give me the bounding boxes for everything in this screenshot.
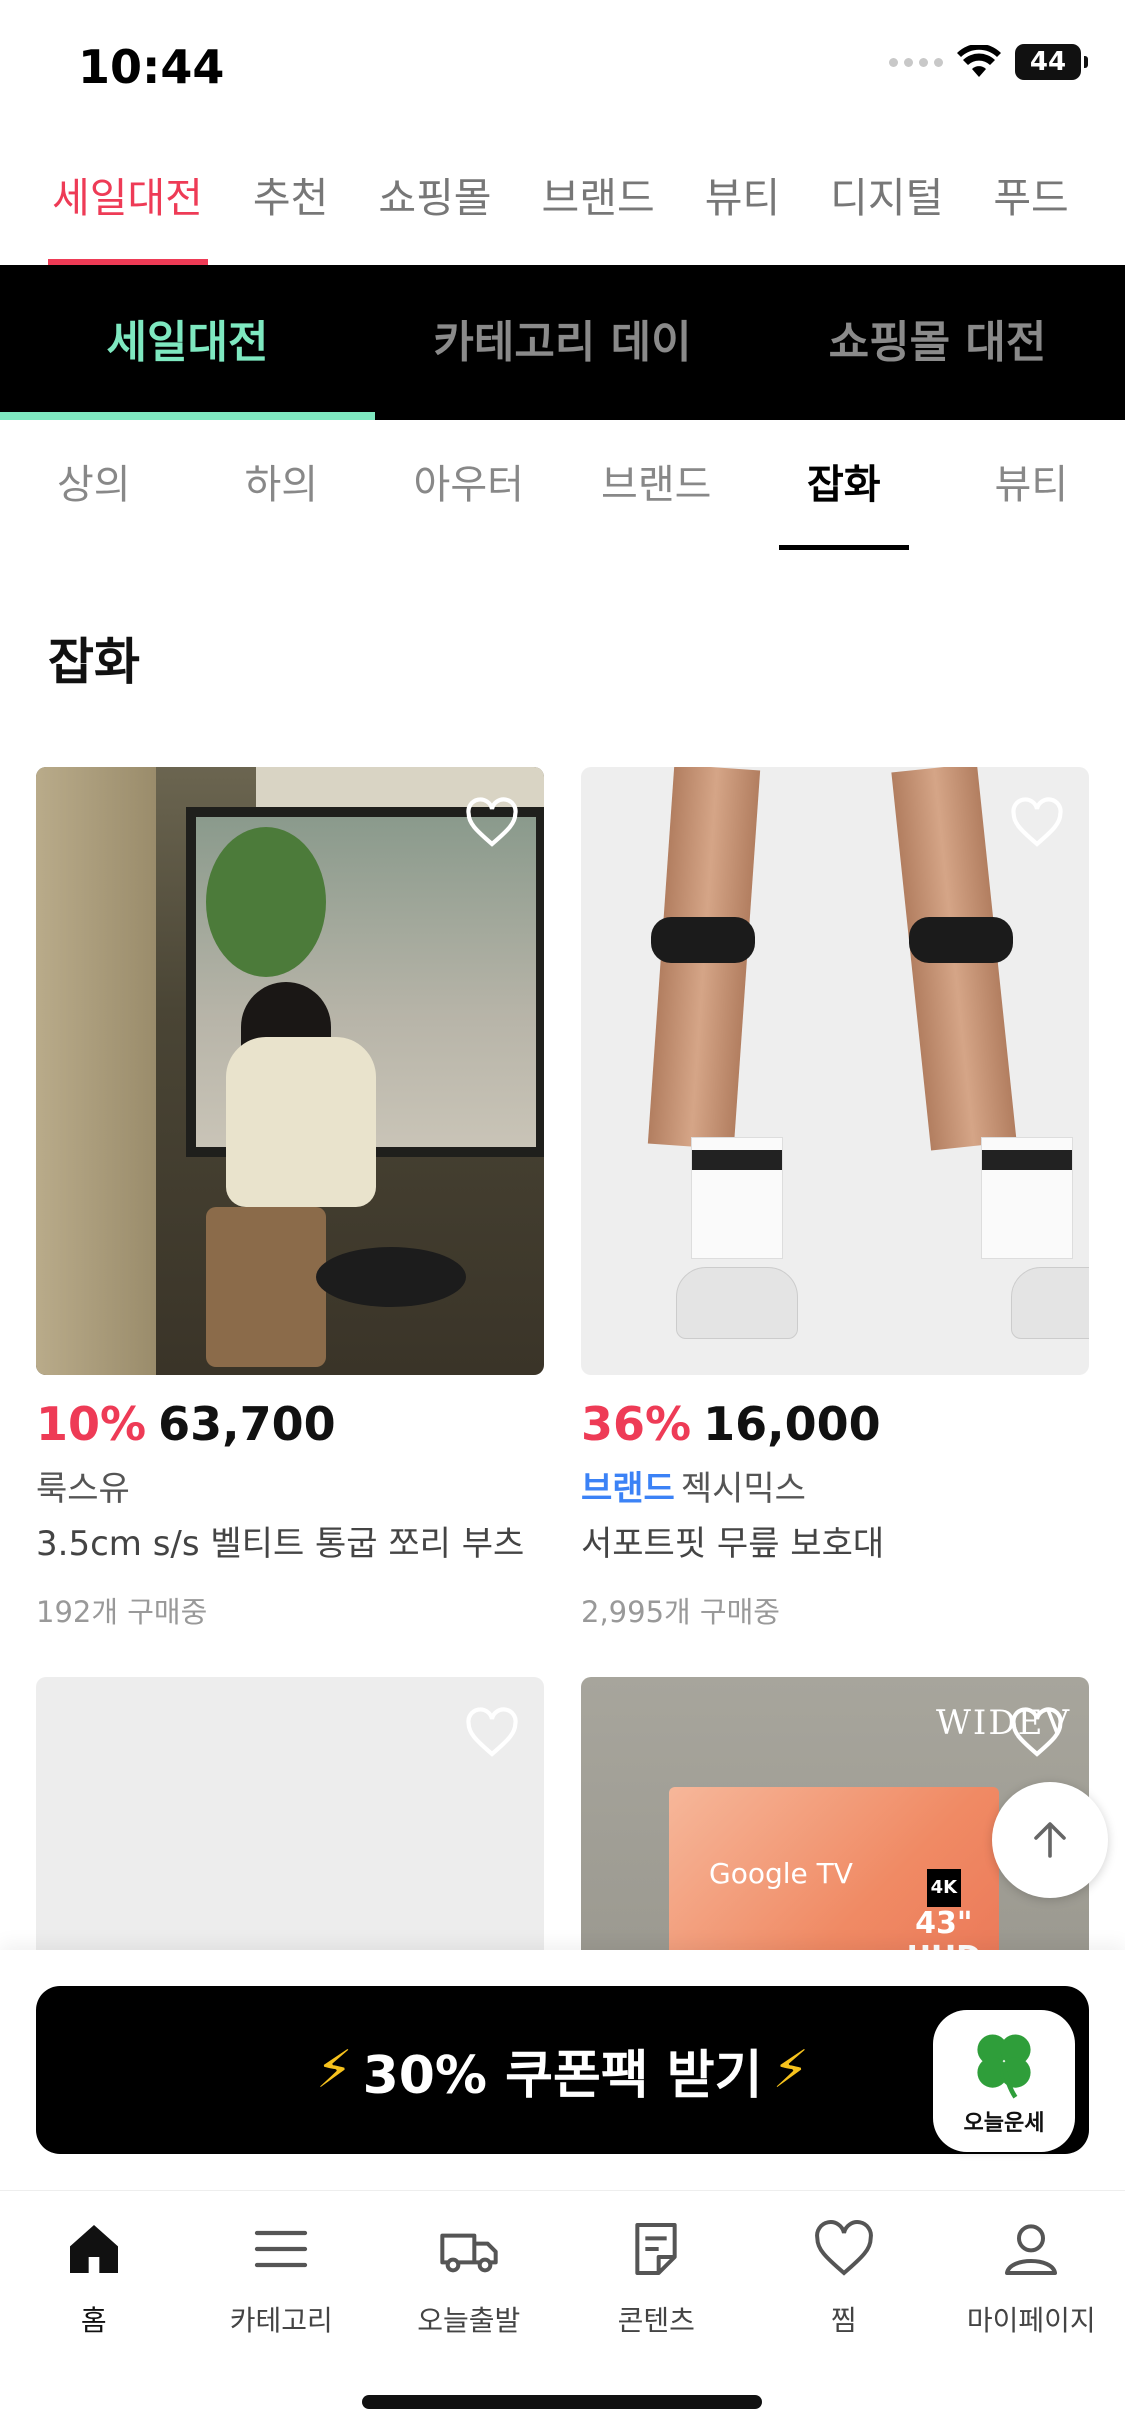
cat-tab-brand[interactable]: 브랜드 (563, 420, 751, 550)
brand-name: 젝시믹스 (680, 1469, 806, 1509)
cat-tab-top[interactable]: 상의 (0, 420, 188, 550)
home-indicator (362, 2395, 762, 2409)
nav-today-delivery[interactable]: 오늘출발 (375, 2191, 563, 2371)
cat-tab-bottom[interactable]: 하의 (188, 420, 376, 550)
heart-icon (814, 2220, 873, 2276)
price-row: 36% 16,000 (581, 1397, 1089, 1451)
nav-label: 오늘출발 (417, 2304, 521, 2337)
nav-category[interactable]: 카테고리 (188, 2191, 376, 2371)
nav-label: 카테고리 (229, 2304, 333, 2337)
purchase-count: 2,995개 구매중 (581, 1595, 780, 1629)
nav-wishlist[interactable]: 찜 (750, 2191, 938, 2371)
person-icon (1005, 2224, 1058, 2275)
status-icons: 44 (889, 44, 1088, 80)
product-card[interactable]: 10% 63,700 룩스유 3.5cm s/s 벨티트 통굽 쪼리 부츠 192… (36, 767, 544, 1631)
price: 16,000 (703, 1397, 881, 1451)
purchase-count: 192개 구매중 (36, 1595, 208, 1629)
menu-icon (255, 2230, 308, 2268)
tab-beauty[interactable]: 뷰티 (680, 150, 805, 265)
clover-icon (977, 2034, 1031, 2099)
discount-rate: 10% (36, 1397, 147, 1451)
section-title: 잡화 (48, 633, 140, 691)
tab-brand[interactable]: 브랜드 (517, 150, 680, 265)
scroll-to-top-button[interactable] (992, 1782, 1108, 1898)
nav-label: 콘텐츠 (617, 2304, 695, 2337)
subtab-sale[interactable]: 세일대전 (0, 265, 375, 420)
battery-icon: 44 (1015, 44, 1088, 80)
tab-shoppingmall[interactable]: 쇼핑몰 (353, 150, 516, 265)
top-category-tabs: 세일대전 추천 쇼핑몰 브랜드 뷰티 디지털 푸드 (0, 150, 1125, 265)
product-name: 서포트핏 무릎 보호대 (581, 1524, 885, 1564)
cat-tab-beauty[interactable]: 뷰티 (938, 420, 1125, 550)
bolt-icon: ⚡ (772, 2040, 809, 2100)
coupon-pack-button[interactable]: ⚡ 30% 쿠폰팩 받기 ⚡ (36, 1986, 1089, 2154)
tab-food[interactable]: 푸드 (968, 150, 1093, 265)
tab-sale[interactable]: 세일대전 (0, 150, 228, 265)
product-card[interactable]: 36% 16,000 브랜드 젝시믹스 서포트핏 무릎 보호대 2,995개 구매중 (581, 767, 1089, 1631)
discount-rate: 36% (581, 1397, 692, 1451)
product-image[interactable] (581, 767, 1089, 1375)
heart-icon[interactable] (1009, 795, 1065, 851)
fortune-label: 오늘운세 (963, 2111, 1045, 2136)
signal-icon (889, 57, 943, 67)
heart-icon[interactable] (1009, 1705, 1065, 1761)
fortune-button[interactable]: 오늘운세 (933, 2010, 1075, 2152)
brand-badge: 브랜드 (581, 1469, 675, 1509)
tab-recommend[interactable]: 추천 (228, 150, 353, 265)
heart-icon[interactable] (464, 795, 520, 851)
arrow-up-icon (1034, 1822, 1066, 1858)
cat-tab-accessories[interactable]: 잡화 (750, 420, 938, 550)
nav-label: 마이페이지 (966, 2304, 1096, 2337)
brand-row: 브랜드 젝시믹스 (581, 1461, 1089, 1510)
price: 63,700 (158, 1397, 336, 1451)
subtab-mall-battle[interactable]: 쇼핑몰 대전 (750, 265, 1125, 420)
battery-level: 44 (1029, 47, 1067, 77)
nav-label: 찜 (830, 2304, 857, 2337)
nav-contents[interactable]: 콘텐츠 (563, 2191, 751, 2371)
tv-badge: 4K (926, 1869, 962, 1907)
cat-tab-outer[interactable]: 아우터 (375, 420, 563, 550)
bottom-nav: 홈 카테고리 오늘출발 콘텐츠 찜 마이페이지 (0, 2190, 1125, 2371)
subtab-category-day[interactable]: 카테고리 데이 (375, 265, 750, 420)
status-time: 10:44 (78, 40, 225, 94)
brand-name: 룩스유 (36, 1469, 130, 1509)
truck-icon (440, 2233, 498, 2273)
tab-digital[interactable]: 디지털 (805, 150, 968, 265)
wifi-icon (957, 45, 1001, 77)
tv-size: 43" (915, 1906, 973, 1941)
brand-row: 룩스유 (36, 1461, 544, 1510)
event-subtabs: 세일대전 카테고리 데이 쇼핑몰 대전 (0, 265, 1125, 420)
product-name: 3.5cm s/s 벨티트 통굽 쪼리 부츠 (36, 1524, 525, 1564)
tv-label: Google TV (709, 1857, 853, 1890)
nav-home[interactable]: 홈 (0, 2191, 188, 2371)
home-icon (69, 2225, 118, 2273)
product-image[interactable] (36, 767, 544, 1375)
coupon-label: 30% 쿠폰팩 받기 (362, 2045, 763, 2106)
bolt-icon: ⚡ (316, 2040, 353, 2100)
product-category-tabs: 상의 하의 아우터 브랜드 잡화 뷰티 (0, 420, 1125, 550)
nav-mypage[interactable]: 마이페이지 (938, 2191, 1125, 2371)
nav-label: 홈 (80, 2304, 107, 2337)
heart-icon[interactable] (464, 1705, 520, 1761)
price-row: 10% 63,700 (36, 1397, 544, 1451)
document-icon (635, 2223, 677, 2275)
